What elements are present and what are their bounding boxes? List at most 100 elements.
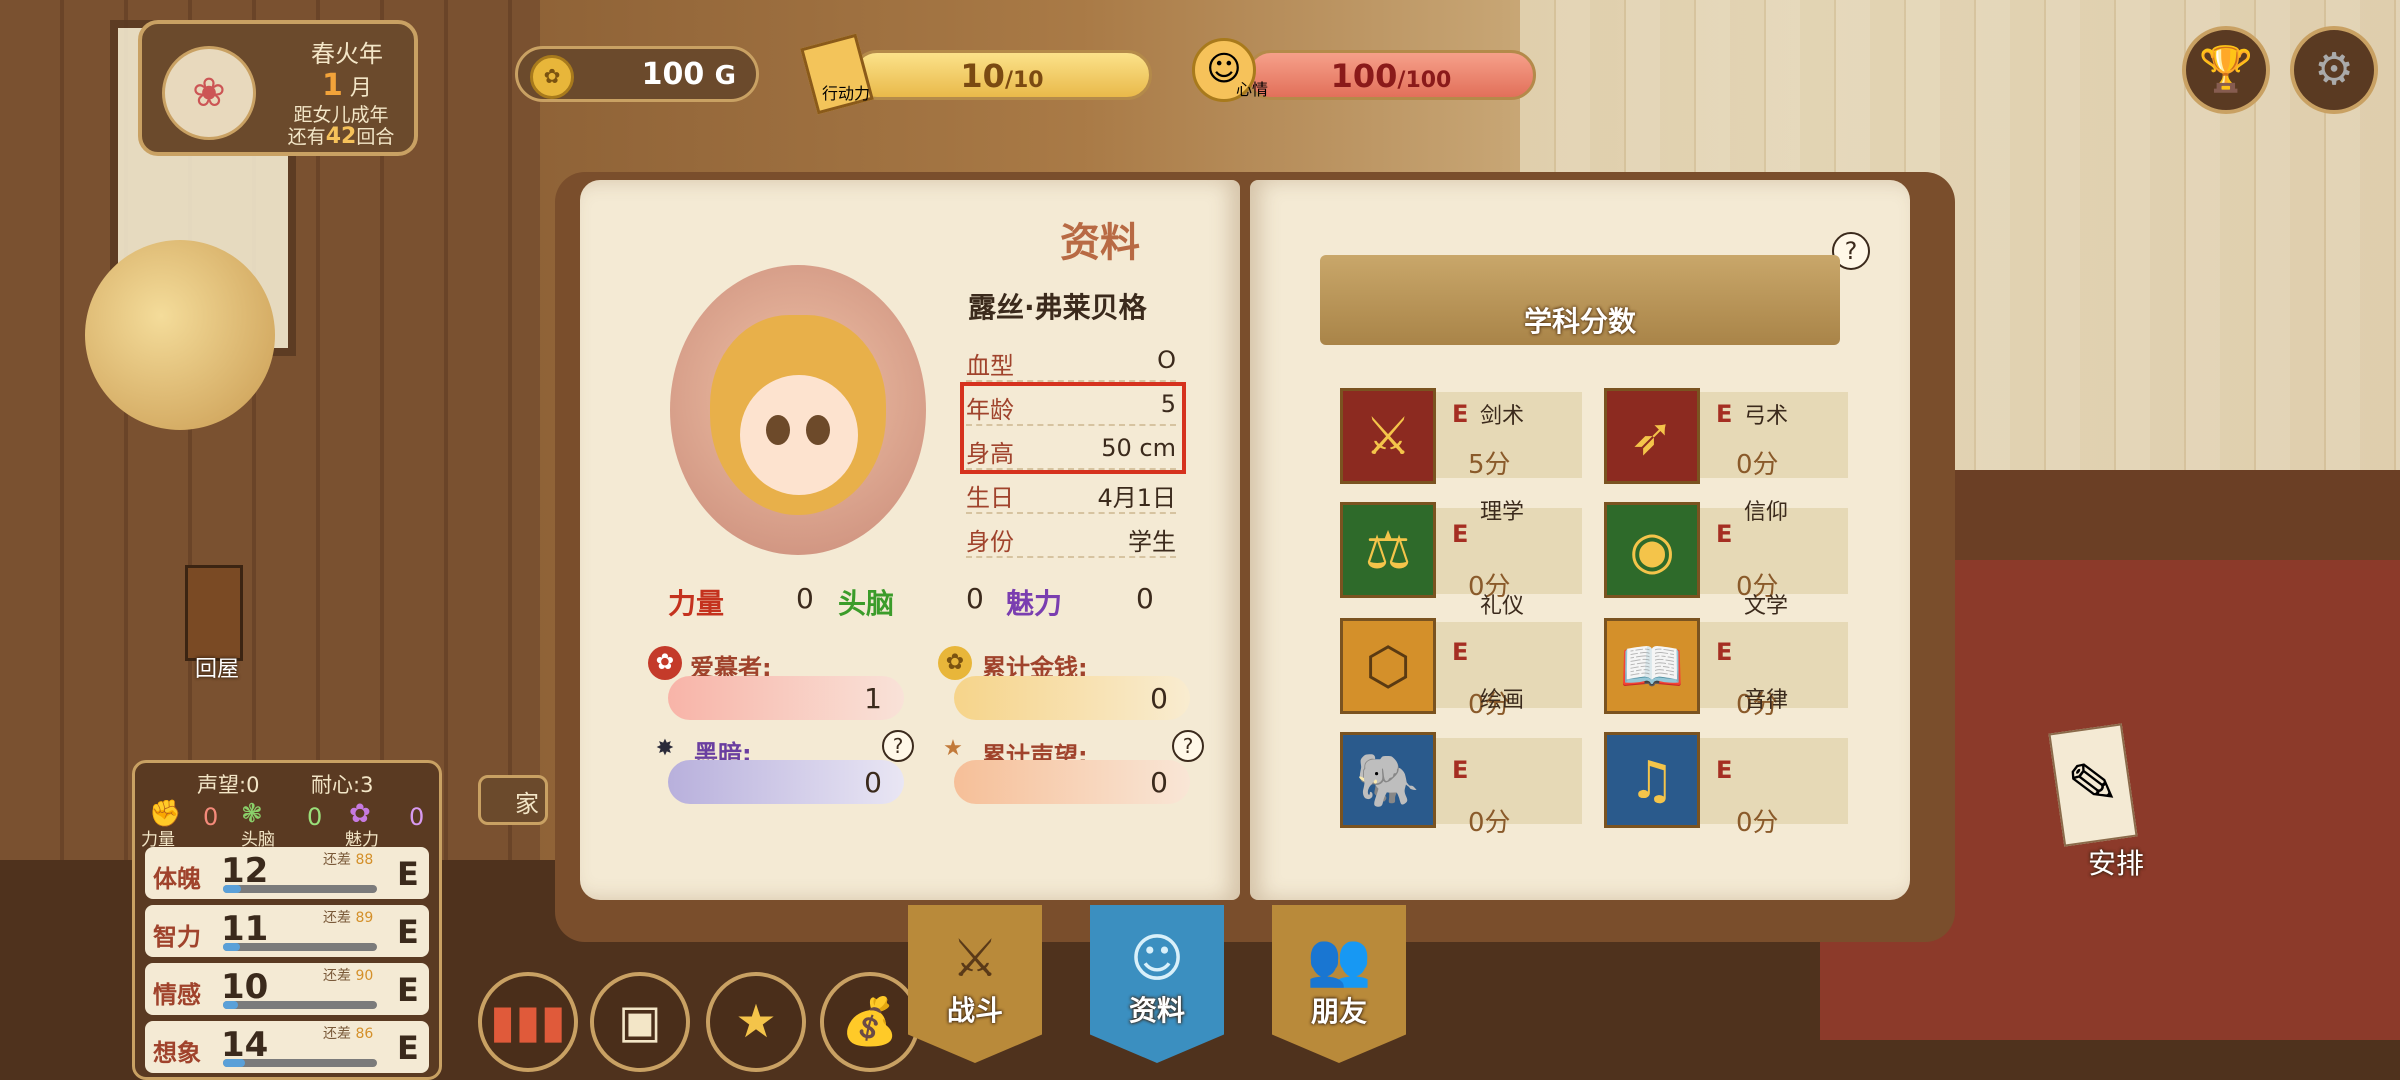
subject-grade: E (1452, 400, 1469, 428)
stat-brain-value: 0 (966, 582, 984, 615)
attribute-row: 想象 14 还差 86 E (145, 1021, 429, 1073)
arrange-button[interactable]: ✎ 安排 (2040, 700, 2150, 890)
darkness-help-icon[interactable]: ? (882, 730, 914, 762)
left-eye (766, 415, 790, 445)
darkness-meter: 0 (668, 760, 904, 804)
book-icon[interactable]: 📖 (1604, 618, 1700, 714)
face (740, 375, 858, 495)
attribute-progress-fill (223, 885, 242, 893)
page-title: 资料 (1060, 219, 1140, 266)
back-home-label: 回屋 (195, 657, 240, 682)
gold-value: 100 (641, 57, 705, 92)
trophy-icon: 🏆 (2198, 44, 2254, 95)
subject-name: 礼仪 (1480, 594, 1525, 619)
reputation-label: 声望:0 (197, 773, 260, 797)
quill-icon: ✎ (2048, 723, 2138, 847)
action-points-value: 10/10 (960, 57, 1044, 95)
stat-charm-value: 0 (1136, 582, 1154, 615)
mood-label: 心情 (1236, 80, 1269, 99)
globe-decoration (85, 240, 275, 430)
dark-star-icon: ✸ (655, 736, 675, 761)
attribute-progress (223, 1001, 377, 1009)
stars-button[interactable]: ★ (706, 972, 806, 1072)
subject-grade: E (1716, 756, 1733, 784)
action-points-bar: 10/10 (852, 50, 1152, 100)
attribute-progress-fill (223, 943, 240, 951)
money-bag-icon: 💰 (841, 994, 899, 1048)
attributes-panel: 声望:0 耐心:3 ✊ 力量 0 ❃ 头脑 0 ✿ 魅力 0 体魄 12 还差 8… (132, 760, 442, 1080)
mini-brain-value: 0 (307, 803, 323, 831)
bow-icon[interactable]: ➶ (1604, 388, 1700, 484)
attribute-row: 智力 11 还差 89 E (145, 905, 429, 957)
tab-battle-label: 战斗 (946, 994, 1003, 1027)
info-row: 生日 4月1日 (966, 472, 1176, 514)
friends-icon: 👥 (1306, 930, 1372, 990)
attribute-row: 体魄 12 还差 88 E (145, 847, 429, 899)
fame-help-icon[interactable]: ? (1172, 730, 1204, 762)
arrange-label: 安排 (2088, 847, 2145, 880)
settings-button[interactable]: ⚙ (2290, 26, 2378, 114)
rose-icon: ✿ (648, 646, 682, 680)
subject-name: 音律 (1744, 688, 1789, 713)
age-height-highlight (960, 382, 1186, 474)
pendant-icon[interactable]: ⬡ (1340, 618, 1436, 714)
subject-grade: E (1716, 400, 1733, 428)
month-label: 1 月 (322, 68, 372, 103)
subject-grade: E (1452, 520, 1469, 548)
mini-charm-value: 0 (409, 803, 425, 831)
subject-name: 文学 (1744, 594, 1789, 619)
gold-coin-icon: ✿ (530, 55, 574, 99)
tab-profile[interactable]: ☺ 资料 (1090, 905, 1224, 1063)
mini-strength-value: 0 (203, 803, 219, 831)
subject-grade: E (1716, 638, 1733, 666)
subject-name: 绘画 (1480, 688, 1525, 713)
right-eye (806, 415, 830, 445)
subject-name: 剑术 (1480, 404, 1525, 429)
harp-icon[interactable]: ♫ (1604, 732, 1700, 828)
back-home-button[interactable]: 回屋 (185, 565, 255, 682)
tab-profile-label: 资料 (1128, 994, 1185, 1027)
mood-bar: 100/100 (1246, 50, 1536, 100)
subject-score: 0分 (1736, 450, 1779, 480)
portrait-button[interactable]: ▣ (590, 972, 690, 1072)
character-portrait (670, 265, 926, 555)
tab-friends-label: 朋友 (1310, 995, 1367, 1028)
attribute-row: 情感 10 还差 90 E (145, 963, 429, 1015)
gold-counter: ✿ 100 G (515, 46, 759, 102)
crossed-swords-icon: ⚔ (951, 929, 999, 989)
subjects-title: 学科分数 (1523, 305, 1636, 338)
sword-icon[interactable]: ⚔ (1340, 388, 1436, 484)
season-logo-icon: ❀ (162, 46, 256, 140)
face-icon: ☺ (1129, 929, 1185, 989)
gold-unit: G (714, 61, 736, 91)
attribute-progress-fill (223, 1001, 239, 1009)
total-money-meter: 0 (954, 676, 1190, 720)
tab-friends[interactable]: 👥 朋友 (1272, 905, 1406, 1063)
eye-icon[interactable]: ◉ (1604, 502, 1700, 598)
stat-charm-label: 魅力 (1006, 587, 1063, 620)
subject-grade: E (1452, 756, 1469, 784)
subject-name: 信仰 (1744, 500, 1789, 525)
coin-icon: ✿ (938, 646, 972, 680)
stats-chart-button[interactable]: ▮▮▮ (478, 972, 578, 1072)
attribute-progress (223, 1059, 377, 1067)
bag-button[interactable]: 💰 (820, 972, 920, 1072)
stars-icon: ★ (735, 994, 777, 1048)
attribute-progress-fill (223, 1059, 245, 1067)
total-fame-meter: 0 (954, 760, 1190, 804)
home-tab[interactable]: 家 (478, 775, 548, 825)
calendar-panel: ❀ 春火年 1 月 距女儿成年 还有42回合 (138, 20, 418, 156)
info-row: 血型 O (966, 340, 1176, 382)
patience-label: 耐心:3 (311, 773, 374, 797)
info-row: 身份 学生 (966, 516, 1176, 558)
subject-score: 5分 (1468, 450, 1511, 480)
action-points-label: 行动力 (822, 84, 871, 103)
tab-battle[interactable]: ⚔ 战斗 (908, 905, 1042, 1063)
scales-icon[interactable]: ⚖ (1340, 502, 1436, 598)
rounds-remaining: 距女儿成年 还有42回合 (287, 104, 395, 149)
subject-grade: E (1716, 520, 1733, 548)
elephant-icon[interactable]: 🐘 (1340, 732, 1436, 828)
attribute-progress (223, 885, 377, 893)
trophy-button[interactable]: 🏆 (2182, 26, 2270, 114)
stat-strength-label: 力量 (668, 587, 725, 620)
